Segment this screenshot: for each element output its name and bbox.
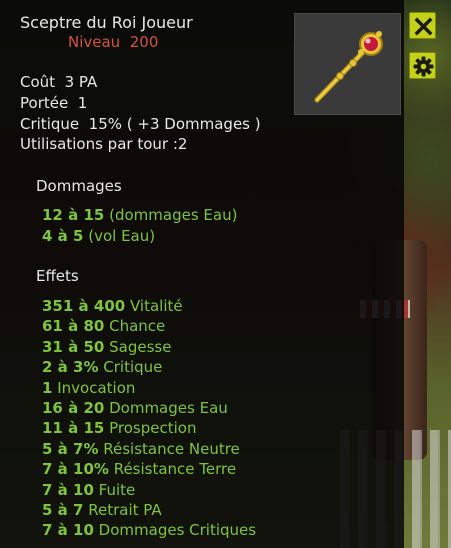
damage-line: 4 à 5 (vol Eau) (42, 229, 155, 244)
uses-value: 2 (177, 135, 188, 153)
uses-label: Utilisations par tour : (20, 135, 178, 153)
range-label: Portée (20, 94, 69, 112)
effect-line: 2 à 3% Critique (42, 360, 162, 375)
line-text: Résistance Terre (113, 460, 237, 479)
item-name: Sceptre du Roi Joueur (20, 13, 193, 32)
line-text: Dommages Eau (109, 399, 228, 417)
line-text: Invocation (57, 378, 136, 397)
line-range: 5 à 7 (42, 501, 84, 519)
item-tooltip-panel: Sceptre du Roi Joueur Niveau 200 Coût 3 … (0, 0, 404, 548)
effect-line: 16 à 20 Dommages Eau (42, 401, 228, 416)
gear-icon (413, 56, 434, 77)
close-button[interactable] (409, 12, 436, 39)
line-range: 7 à 10 (42, 521, 94, 540)
effect-line: 5 à 7% Résistance Neutre (42, 439, 240, 458)
settings-button[interactable] (409, 52, 436, 79)
line-text: Résistance Neutre (103, 439, 240, 458)
effect-line: 61 à 80 Chance (42, 319, 165, 334)
line-text: Vitalité (129, 297, 183, 315)
line-text: Fuite (98, 480, 136, 499)
damage-line: 12 à 15 (dommages Eau) (42, 208, 237, 223)
line-text: Prospection (109, 419, 197, 438)
line-range: 7 à 10 (42, 480, 94, 499)
line-text: (vol Eau) (88, 227, 156, 245)
cost-value: 3 PA (64, 73, 98, 91)
cost-label: Coût (20, 73, 56, 91)
effect-line: 5 à 7 Retrait PA (42, 503, 162, 518)
line-range: 12 à 15 (42, 206, 105, 224)
uses-stat: Utilisations par tour :2 (20, 137, 187, 152)
effect-line: 7 à 10 Fuite (42, 480, 136, 499)
effect-line: 7 à 10 Dommages Critiques (42, 523, 256, 538)
line-range: 61 à 80 (42, 317, 105, 336)
effect-line: 1 Invocation (42, 378, 136, 397)
line-range: 31 à 50 (42, 337, 105, 356)
range-stat: Portée 1 (20, 96, 87, 111)
line-text: Sagesse (109, 337, 172, 356)
line-range: 1 (42, 378, 53, 397)
line-range: 2 à 3% (42, 358, 99, 377)
line-text: Retrait PA (88, 501, 162, 519)
line-range: 351 à 400 (42, 297, 126, 315)
line-range: 11 à 15 (42, 419, 105, 438)
range-value: 1 (77, 94, 88, 112)
level-label: Niveau (68, 33, 121, 51)
line-range: 5 à 7% (42, 439, 99, 458)
item-level: Niveau 200 (68, 35, 158, 50)
effect-line: 31 à 50 Sagesse (42, 337, 172, 356)
line-text: Chance (109, 317, 166, 336)
level-value: 200 (129, 33, 159, 51)
effects-section-title: Effets (36, 267, 79, 285)
close-icon (414, 17, 433, 36)
scepter-icon (314, 31, 383, 103)
crit-stat: Critique 15% ( +3 Dommages ) (20, 117, 261, 132)
effect-line: 7 à 10% Résistance Terre (42, 462, 236, 477)
crit-label: Critique (20, 115, 80, 133)
line-range: 7 à 10% (42, 460, 109, 479)
crit-value: 15% ( +3 Dommages ) (88, 115, 261, 133)
line-text: Critique (103, 358, 163, 377)
effect-line: 11 à 15 Prospection (42, 421, 196, 436)
item-preview-box (294, 13, 401, 115)
line-text: Dommages Critiques (98, 521, 257, 540)
line-range: 16 à 20 (42, 399, 105, 417)
cost-stat: Coût 3 PA (20, 75, 97, 90)
line-range: 4 à 5 (42, 227, 84, 245)
damage-section-title: Dommages (36, 177, 122, 195)
effect-line: 351 à 400 Vitalité (42, 299, 183, 314)
line-text: (dommages Eau) (109, 206, 238, 224)
